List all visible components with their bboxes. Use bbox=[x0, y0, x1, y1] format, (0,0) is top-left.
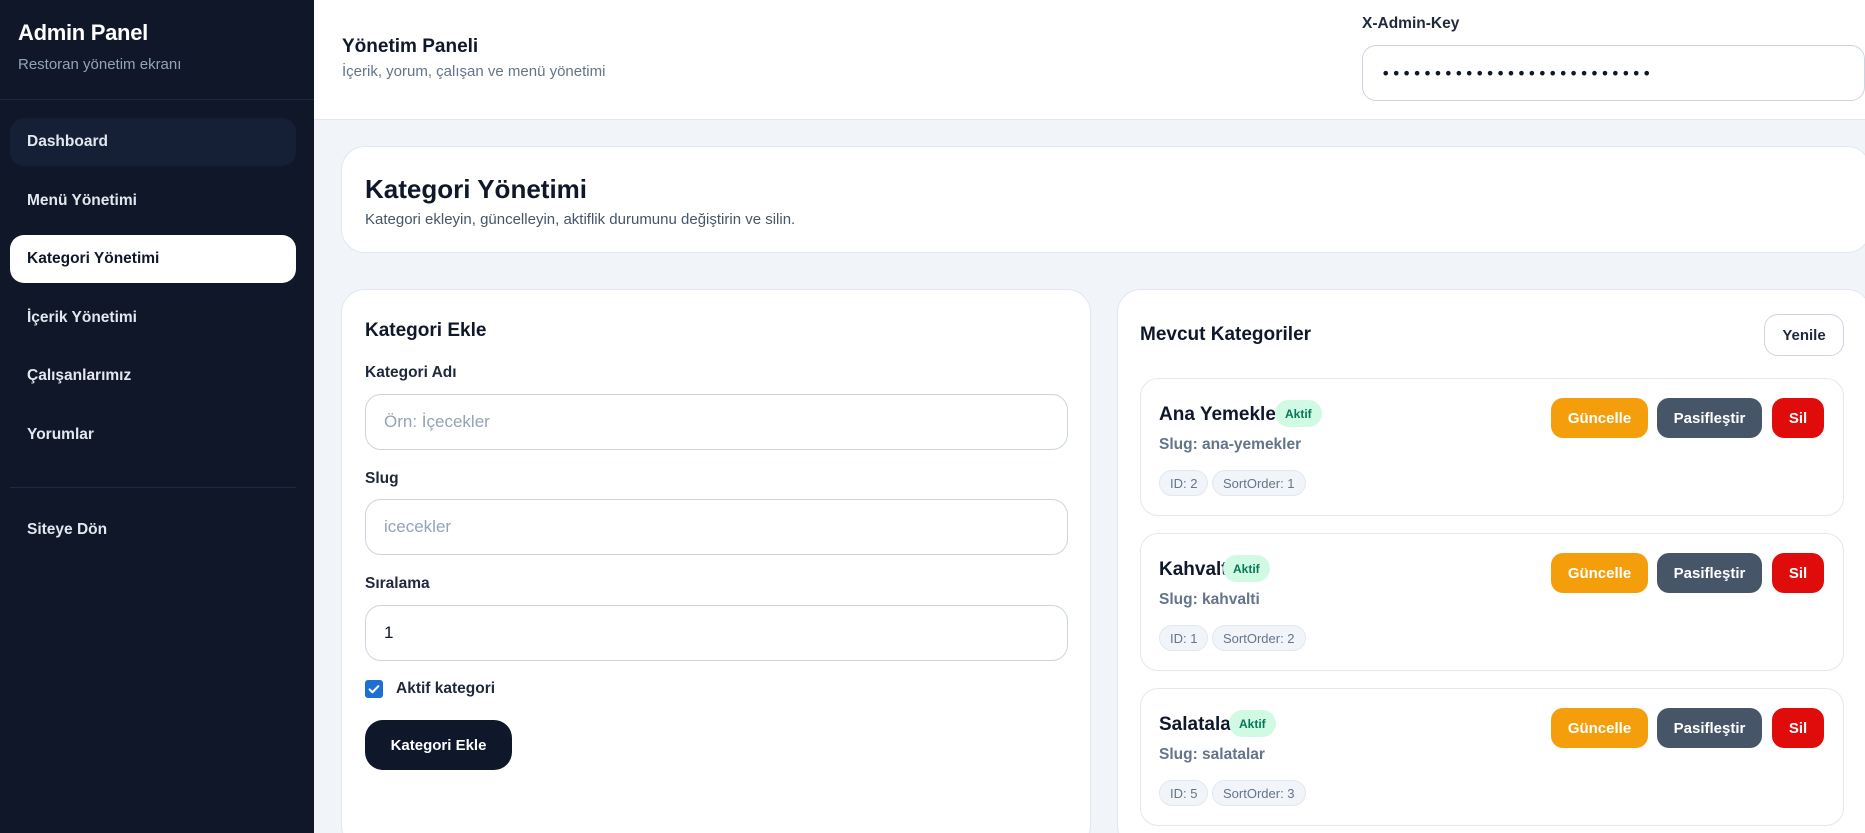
back-to-site-link[interactable]: Siteye Dön bbox=[10, 506, 296, 554]
top-header: Yönetim Paneli İçerik, yorum, çalışan ve… bbox=[314, 0, 1865, 120]
active-checkbox-label: Aktif kategori bbox=[396, 680, 496, 697]
category-name: Salatalar bbox=[1159, 714, 1239, 735]
category-item: Kahvaltı Aktif Slug: kahvalti ID: 1 Sort… bbox=[1140, 533, 1844, 671]
page-subtitle: Kategori ekleyin, güncelleyin, aktiflik … bbox=[365, 211, 796, 228]
page-title: Kategori Yönetimi bbox=[365, 174, 588, 204]
header-subtitle: İçerik, yorum, çalışan ve menü yönetimi bbox=[342, 63, 606, 80]
deactivate-button[interactable]: Pasifleştir bbox=[1657, 708, 1762, 748]
active-checkbox[interactable] bbox=[365, 680, 383, 698]
sidebar-item-reviews[interactable]: Yorumlar bbox=[10, 411, 296, 459]
deactivate-button[interactable]: Pasifleştir bbox=[1657, 398, 1762, 438]
status-badge: Aktif bbox=[1229, 710, 1276, 737]
update-button[interactable]: Güncelle bbox=[1551, 398, 1648, 438]
sidebar-item-dashboard[interactable]: Dashboard bbox=[10, 118, 296, 166]
brand-title: Admin Panel bbox=[18, 20, 148, 45]
check-icon bbox=[368, 685, 380, 694]
id-chip: ID: 1 bbox=[1159, 625, 1209, 651]
id-chip: ID: 2 bbox=[1159, 470, 1209, 496]
sort-order-label: Sıralama bbox=[365, 575, 430, 592]
update-button[interactable]: Güncelle bbox=[1551, 708, 1648, 748]
admin-key-label: X-Admin-Key bbox=[1362, 15, 1460, 32]
category-name: Ana Yemekler bbox=[1159, 404, 1284, 425]
delete-button[interactable]: Sil bbox=[1772, 553, 1824, 593]
category-name: Kahvaltı bbox=[1159, 559, 1233, 580]
header-title: Yönetim Paneli bbox=[342, 36, 479, 57]
sidebar-item-menu[interactable]: Menü Yönetimi bbox=[10, 177, 296, 225]
add-category-title: Kategori Ekle bbox=[365, 320, 487, 341]
categories-list-title: Mevcut Kategoriler bbox=[1140, 324, 1312, 345]
delete-button[interactable]: Sil bbox=[1772, 398, 1824, 438]
sort-order-chip: SortOrder: 2 bbox=[1212, 625, 1306, 651]
category-slug: Slug: ana-yemekler bbox=[1159, 436, 1302, 453]
sidebar-divider bbox=[10, 487, 296, 488]
brand-subtitle: Restoran yönetim ekranı bbox=[18, 56, 182, 73]
category-item: Ana Yemekler Aktif Slug: ana-yemekler ID… bbox=[1140, 378, 1844, 516]
categories-list-card: Mevcut Kategoriler Yenile Ana Yemekler A… bbox=[1117, 289, 1865, 833]
status-badge: Aktif bbox=[1223, 555, 1270, 582]
sidebar-item-employees[interactable]: Çalışanlarımız bbox=[10, 352, 296, 400]
sidebar-item-content[interactable]: İçerik Yönetimi bbox=[10, 294, 296, 342]
add-category-card: Kategori Ekle Kategori Adı Slug Sıralama… bbox=[341, 289, 1091, 833]
deactivate-button[interactable]: Pasifleştir bbox=[1657, 553, 1762, 593]
sidebar-divider bbox=[0, 99, 314, 100]
category-item: Salatalar Aktif Slug: salatalar ID: 5 So… bbox=[1140, 688, 1844, 826]
sidebar-item-categories[interactable]: Kategori Yönetimi bbox=[10, 235, 296, 283]
active-checkbox-row[interactable]: Aktif kategori bbox=[365, 680, 495, 698]
slug-label: Slug bbox=[365, 470, 399, 487]
category-slug: Slug: salatalar bbox=[1159, 746, 1265, 763]
update-button[interactable]: Güncelle bbox=[1551, 553, 1648, 593]
admin-key-input[interactable] bbox=[1362, 45, 1865, 101]
sort-order-chip: SortOrder: 3 bbox=[1212, 780, 1306, 806]
slug-input[interactable] bbox=[365, 499, 1068, 555]
id-chip: ID: 5 bbox=[1159, 780, 1209, 806]
refresh-button[interactable]: Yenile bbox=[1764, 314, 1844, 356]
category-name-label: Kategori Adı bbox=[365, 364, 457, 381]
add-category-button[interactable]: Kategori Ekle bbox=[365, 720, 512, 770]
sort-order-chip: SortOrder: 1 bbox=[1212, 470, 1306, 496]
category-name-input[interactable] bbox=[365, 394, 1068, 450]
sort-order-input[interactable] bbox=[365, 605, 1068, 661]
category-slug: Slug: kahvalti bbox=[1159, 591, 1260, 608]
sidebar: Admin Panel Restoran yönetim ekranı Dash… bbox=[0, 0, 314, 833]
status-badge: Aktif bbox=[1275, 400, 1322, 427]
page-header-card: Kategori Yönetimi Kategori ekleyin, günc… bbox=[341, 146, 1865, 253]
delete-button[interactable]: Sil bbox=[1772, 708, 1824, 748]
